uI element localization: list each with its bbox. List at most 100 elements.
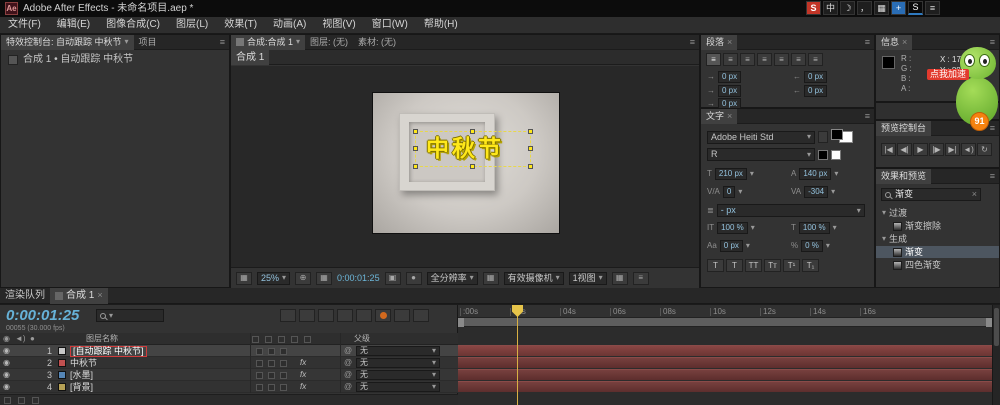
proportional-spacing-field[interactable]: % 0 % ▾ [791,240,830,252]
current-timecode[interactable]: 0:00:01:25 [6,308,79,323]
menu-window[interactable]: 窗口(W) [364,17,416,34]
font-size-field[interactable]: T 210 px ▾ [707,168,754,180]
last-frame-button[interactable]: ▶| [945,143,960,156]
safe-zones-icon[interactable]: ⊕ [295,272,311,285]
effect-item-gradient[interactable]: 渐变 [876,246,999,258]
tab-composition[interactable]: 合成:合成 1 ▾ [231,35,305,50]
panel-menu-icon[interactable]: ≡ [986,172,999,181]
fill-stroke-swatches[interactable] [831,129,855,145]
effects-search-input[interactable]: 渐变 × [881,188,981,201]
previous-frame-button[interactable]: ◀| [897,143,912,156]
visibility-toggle[interactable]: ◉ [3,371,10,379]
layer-bar-2[interactable] [458,357,992,368]
camera-dropdown[interactable]: 有效摄像机 ▾ [504,272,564,285]
indent-left-value[interactable]: 0 px [718,71,741,83]
work-area-start-handle[interactable] [458,318,464,327]
superscript-button[interactable]: T¹ [783,259,800,272]
timeline-button-icon[interactable]: ≡ [633,272,649,285]
ime-moon-icon[interactable]: ☽ [840,1,855,15]
chevron-down-icon[interactable]: ▾ [751,224,755,232]
tab-project[interactable]: 项目 [134,35,162,50]
graph-editor-icon[interactable] [413,309,429,322]
layer-name[interactable]: 中秋节 [70,359,97,368]
collapse-switch[interactable] [268,384,275,391]
first-frame-button[interactable]: |◀ [881,143,896,156]
layer-bar-3[interactable] [458,369,992,380]
tab-info[interactable]: 信息 × [876,35,912,50]
align-right-button[interactable]: ≡ [740,53,755,66]
play-button[interactable]: ▶ [913,143,928,156]
menu-layer[interactable]: 图层(L) [168,17,216,34]
pickwhip-icon[interactable]: @ [344,383,352,391]
font-style-dropdown[interactable]: R ▾ [707,148,815,161]
parent-dropdown[interactable]: 无▾ [356,346,440,356]
ime-keyboard-icon[interactable]: ▦ [874,1,889,15]
menu-file[interactable]: 文件(F) [0,17,49,34]
pickwhip-icon[interactable]: @ [344,359,352,367]
all-caps-button[interactable]: TT [745,259,762,272]
brainstorm-icon[interactable] [375,309,391,322]
blur-switch[interactable] [280,348,287,355]
work-area-bar[interactable] [458,318,992,327]
selection-handle[interactable] [470,129,475,134]
close-icon[interactable]: × [902,38,907,47]
snapshot-icon[interactable]: ▣ [385,272,401,285]
selection-handle[interactable] [413,129,418,134]
subtab-comp1[interactable]: 合成 1 [231,50,269,65]
indent-right-field[interactable]: ← 0 px [793,71,827,83]
pixel-aspect-icon[interactable]: ▦ [612,272,628,285]
effects-group-transition[interactable]: ▾ 过渡 [876,207,999,219]
label-color-swatch[interactable] [58,371,66,379]
menu-edit[interactable]: 编辑(E) [49,17,98,34]
fx-badge[interactable]: fx [300,383,306,391]
visibility-toggle[interactable]: ◉ [3,383,10,391]
space-before-value[interactable]: 0 px [718,85,741,97]
space-after-value[interactable]: 0 px [804,85,827,97]
layer-bar-1[interactable] [458,345,992,356]
vertical-scale-value[interactable]: 100 % [717,222,748,234]
panel-menu-icon[interactable]: ≡ [861,112,874,121]
timeline-scrollbar[interactable] [992,305,1000,405]
layer-bar-4[interactable] [458,381,992,392]
chevron-down-icon[interactable]: ▾ [296,38,300,46]
space-after-field[interactable]: ← 0 px [793,85,827,97]
menu-composition[interactable]: 图像合成(C) [98,17,168,34]
selection-handle[interactable] [470,164,475,169]
blur-switch[interactable] [280,360,287,367]
expand-icon[interactable]: ▾ [882,235,886,243]
expand-layer-switches-icon[interactable] [4,397,11,404]
justify-last-left-button[interactable]: ≡ [757,53,772,66]
justify-last-center-button[interactable]: ≡ [774,53,789,66]
comp-timecode[interactable]: 0:00:01:25 [337,274,380,283]
indent-right-value[interactable]: 0 px [804,71,827,83]
vertical-scale-field[interactable]: IT 100 % ▾ [707,222,755,234]
menu-animation[interactable]: 动画(A) [265,17,314,34]
layer-name[interactable]: [水墨] [70,371,93,380]
collapse-switch[interactable] [268,372,275,379]
kerning-field[interactable]: V/A 0 ▾ [707,186,742,198]
hide-shy-icon[interactable] [318,309,334,322]
selection-handle[interactable] [528,146,533,151]
label-color-swatch[interactable] [58,347,66,355]
scrollbar-thumb[interactable] [994,308,999,346]
expand-icon[interactable]: ▾ [882,209,886,217]
quality-switch[interactable] [256,372,263,379]
chevron-down-icon[interactable]: ▾ [831,188,835,196]
faux-italic-button[interactable]: T [726,259,743,272]
indent-left-field[interactable]: → 0 px [707,71,741,83]
pickwhip-icon[interactable]: @ [344,371,352,379]
timeline-search-input[interactable]: ▾ [96,309,164,322]
chevron-down-icon[interactable]: ▾ [738,188,742,196]
mask-visibility-icon[interactable]: ▦ [316,272,332,285]
menu-effect[interactable]: 效果(T) [216,17,265,34]
time-ruler[interactable]: :00s 02s 04s 06s 08s 10s 12s 14s 16s [458,305,992,318]
leading-value[interactable]: 140 px [799,168,831,180]
tab-footage[interactable]: 素材: (无) [353,35,401,50]
panel-menu-icon[interactable]: ≡ [986,38,999,47]
font-size-value[interactable]: 210 px [715,168,747,180]
ime-punct-icon[interactable]: ， [857,1,872,15]
effect-controls-entry[interactable]: 合成 1 • 自动跟踪 中秋节 [1,50,229,70]
tracking-value[interactable]: -304 [804,186,828,198]
quality-switch[interactable] [256,348,263,355]
justify-all-button[interactable]: ≡ [808,53,823,66]
